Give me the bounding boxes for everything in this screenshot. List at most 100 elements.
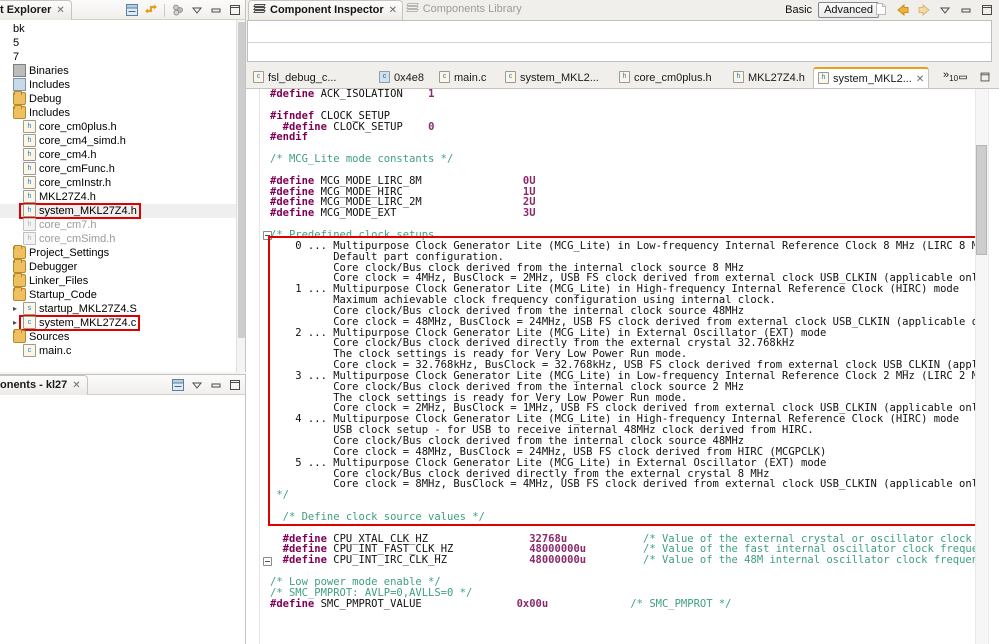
inspector-tab-2[interactable]: Components Library	[402, 0, 527, 20]
tree-item-content[interactable]: MKL27Z4.h	[20, 190, 99, 204]
editor-tab-3[interactable]: c main.c	[435, 68, 490, 88]
minimize-icon[interactable]	[958, 2, 974, 18]
code-editor[interactable]: #define ACK_ISOLATION 1 #ifndef CLOCK_SET…	[246, 88, 999, 644]
tree-item-content[interactable]: Includes	[10, 78, 73, 92]
project-tree[interactable]: bk57BinariesIncludesDebugIncludescore_cm…	[0, 20, 236, 372]
tab-components[interactable]: onents - kl27 ✕	[0, 375, 88, 395]
back-arrow-icon[interactable]	[895, 2, 911, 18]
tree-item-content[interactable]: startup_MKL27Z4.S	[20, 302, 140, 316]
minimize-icon[interactable]	[208, 377, 224, 393]
tree-item[interactable]: Includes	[0, 105, 236, 120]
tree-item[interactable]: Sources	[0, 329, 236, 344]
tree-item[interactable]: main.c	[0, 344, 236, 358]
editor-tab-4[interactable]: c system_MKL2...	[501, 68, 603, 88]
close-icon[interactable]: ✕	[56, 5, 64, 16]
tree-item[interactable]: Linker_Files	[0, 273, 236, 288]
minimize-icon[interactable]	[956, 70, 972, 86]
tree-item[interactable]: Debug	[0, 91, 236, 106]
inspector-body[interactable]	[247, 20, 992, 62]
view-filter-icon[interactable]	[170, 2, 186, 18]
tree-item[interactable]: ▸ system_MKL27Z4.c	[0, 314, 236, 332]
tree-item-content[interactable]: Debug	[10, 91, 64, 106]
editor-gutter[interactable]	[246, 89, 260, 644]
view-menu-icon[interactable]	[189, 2, 205, 18]
tree-item[interactable]: bk	[0, 22, 236, 36]
tree-item[interactable]: ▸ startup_MKL27Z4.S	[0, 302, 236, 316]
tree-item-content[interactable]: system_MKL27Z4.h	[19, 202, 141, 220]
tree-item-content[interactable]: core_cmInstr.h	[20, 176, 114, 190]
tree-item-content[interactable]: core_cm7.h	[20, 218, 99, 232]
code-line: */	[270, 489, 289, 502]
basic-mode-button[interactable]: Basic	[785, 4, 812, 16]
tree-item[interactable]: core_cm4.h	[0, 148, 236, 162]
tree-item[interactable]: core_cm0plus.h	[0, 120, 236, 134]
tree-item[interactable]: 5	[0, 36, 236, 50]
tree-item-content[interactable]: Project_Settings	[10, 245, 112, 260]
advanced-mode-button[interactable]: Advanced	[818, 2, 879, 18]
overview-ruler[interactable]	[988, 89, 999, 644]
editor-folding-column[interactable]	[261, 89, 272, 644]
tree-item[interactable]: core_cm7.h	[0, 218, 236, 232]
tree-item-content[interactable]: Includes	[10, 105, 73, 120]
project-tree-scrollbar[interactable]	[236, 20, 245, 372]
tree-item-content[interactable]: core_cm4_simd.h	[20, 134, 129, 148]
maximize-icon[interactable]	[227, 2, 243, 18]
close-icon[interactable]: ✕	[389, 5, 397, 16]
tree-item-content[interactable]: Startup_Code	[10, 287, 100, 302]
forward-arrow-icon[interactable]	[916, 2, 932, 18]
collapse-all-icon[interactable]	[124, 2, 140, 18]
tree-item-label: startup_MKL27Z4.S	[39, 303, 137, 316]
close-icon[interactable]: ✕	[916, 74, 924, 85]
tree-item-content[interactable]: Binaries	[10, 64, 72, 78]
inspector-tab-1[interactable]: Component Inspector ✕	[248, 0, 404, 20]
tree-item[interactable]: core_cmFunc.h	[0, 162, 236, 176]
editor-tab-5[interactable]: h core_cm0plus.h	[615, 68, 716, 88]
tree-item[interactable]: MKL27Z4.h	[0, 190, 236, 204]
chevron-right-icon[interactable]: ▸	[10, 302, 20, 316]
tree-item-content[interactable]: 7	[10, 50, 22, 64]
tree-item-content[interactable]: main.c	[20, 344, 74, 358]
tree-item-content[interactable]: Sources	[10, 329, 72, 344]
binaries-icon	[13, 64, 26, 77]
editor-tab-7[interactable]: h system_MKL2... ✕	[813, 67, 930, 88]
tree-item[interactable]: core_cmInstr.h	[0, 176, 236, 190]
tab-project-explorer[interactable]: t Explorer ✕	[0, 0, 72, 20]
view-menu-icon[interactable]	[189, 377, 205, 393]
tree-item-content[interactable]: bk	[10, 22, 28, 36]
maximize-icon[interactable]	[979, 2, 995, 18]
minimize-icon[interactable]	[208, 2, 224, 18]
chevron-right-icon[interactable]: ▸	[10, 316, 20, 330]
tree-item[interactable]: system_MKL27Z4.h	[0, 202, 236, 220]
maximize-icon[interactable]	[978, 70, 994, 86]
tree-item-content[interactable]: Debugger	[10, 259, 80, 274]
file-icon: h	[619, 71, 630, 83]
tree-item[interactable]: Includes	[0, 78, 236, 92]
tree-item-content[interactable]: 5	[10, 36, 22, 50]
editor-tab-2[interactable]: c 0x4e8	[375, 68, 428, 88]
collapse-all-icon[interactable]	[170, 377, 186, 393]
tree-item-content[interactable]: core_cmFunc.h	[20, 162, 118, 176]
tree-item[interactable]: Binaries	[0, 64, 236, 78]
close-icon[interactable]: ✕	[72, 380, 80, 391]
tree-item[interactable]: Debugger	[0, 259, 236, 274]
new-page-icon[interactable]	[874, 2, 890, 18]
view-menu-icon[interactable]	[937, 2, 953, 18]
tree-item-content[interactable]: core_cm4.h	[20, 148, 99, 162]
editor-tab-6[interactable]: h MKL27Z4.h	[729, 68, 809, 88]
tree-item-content[interactable]: system_MKL27Z4.c	[18, 314, 141, 332]
source-code-text[interactable]: #define ACK_ISOLATION 1 #ifndef CLOCK_SET…	[270, 89, 975, 644]
tree-item[interactable]: 7	[0, 50, 236, 64]
link-with-editor-icon[interactable]	[143, 2, 159, 18]
editor-tab-1[interactable]: c fsl_debug_c...	[249, 68, 341, 88]
scrollbar-thumb[interactable]	[238, 22, 245, 338]
code-line: /* MCG_Lite mode constants */	[270, 153, 454, 166]
tree-item[interactable]: Project_Settings	[0, 245, 236, 260]
maximize-icon[interactable]	[227, 377, 243, 393]
tree-item-content[interactable]: core_cm0plus.h	[20, 120, 120, 134]
tree-item-content[interactable]: Linker_Files	[10, 273, 91, 288]
tree-item-content[interactable]: core_cmSimd.h	[20, 232, 118, 246]
editor-scrollbar-thumb[interactable]	[976, 145, 987, 255]
tree-item[interactable]: core_cm4_simd.h	[0, 134, 236, 148]
tree-item[interactable]: core_cmSimd.h	[0, 232, 236, 246]
tree-item[interactable]: Startup_Code	[0, 287, 236, 302]
